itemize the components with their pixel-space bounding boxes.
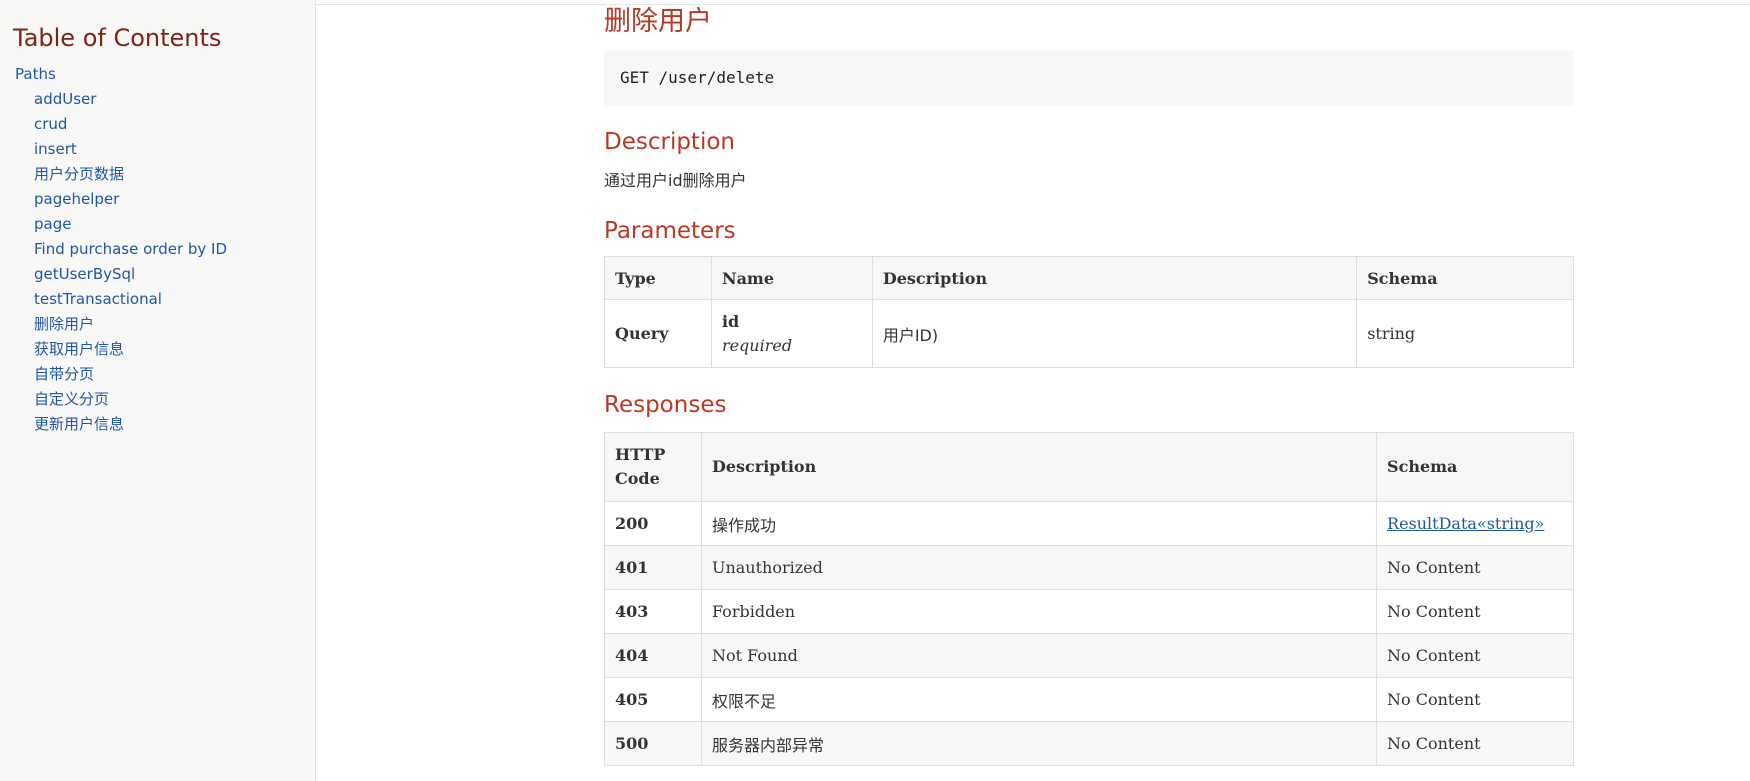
column-header-description: Description — [871, 256, 1358, 300]
response-description: 操作成功 — [700, 501, 1378, 546]
response-code: 405 — [604, 677, 702, 722]
toc-item-user-page-data[interactable]: 用户分页数据 — [15, 162, 227, 187]
table-row: 200 操作成功 ResultData«string» — [604, 501, 1574, 546]
page: Table of Contents Paths addUser crud ins… — [0, 0, 1750, 781]
toc-item-testtransactional[interactable]: testTransactional — [15, 287, 227, 312]
toc-item-adduser[interactable]: addUser — [15, 87, 227, 112]
responses-heading: Responses — [604, 392, 727, 418]
param-name-cell: id required — [710, 299, 873, 368]
parameters-table: Type Name Description Schema Query id re… — [604, 256, 1574, 368]
toc-item-update-user-info[interactable]: 更新用户信息 — [15, 412, 227, 437]
response-schema: No Content — [1376, 589, 1574, 634]
toc-item-builtin-paging[interactable]: 自带分页 — [15, 362, 227, 387]
column-header-http-code: HTTP Code — [604, 432, 702, 502]
toc-item-page[interactable]: page — [15, 212, 227, 237]
toc-item-get-user-info[interactable]: 获取用户信息 — [15, 337, 227, 362]
response-code: 401 — [604, 545, 702, 590]
toc-item-pagehelper[interactable]: pagehelper — [15, 187, 227, 212]
toc-item-crud[interactable]: crud — [15, 112, 227, 137]
response-code: 500 — [604, 721, 702, 766]
response-description: Forbidden — [700, 589, 1378, 634]
column-header-name: Name — [710, 256, 873, 300]
operation-title: 删除用户 — [604, 6, 712, 37]
response-schema-cell: ResultData«string» — [1376, 501, 1574, 546]
response-description: 权限不足 — [700, 677, 1378, 722]
response-schema: No Content — [1376, 545, 1574, 590]
column-header-description: Description — [700, 432, 1378, 502]
endpoint-code-block: GET /user/delete — [604, 50, 1574, 106]
toc-item-find-purchase-order[interactable]: Find purchase order by ID — [15, 237, 227, 262]
response-description: 服务器内部异常 — [700, 721, 1378, 766]
response-code: 404 — [604, 633, 702, 678]
param-name: id — [721, 311, 740, 331]
toc-item-custom-paging[interactable]: 自定义分页 — [15, 387, 227, 412]
table-row: 403 Forbidden No Content — [604, 589, 1574, 634]
table-row: 401 Unauthorized No Content — [604, 545, 1574, 590]
response-schema: No Content — [1376, 677, 1574, 722]
column-header-schema: Schema — [1376, 432, 1574, 502]
description-heading: Description — [604, 129, 735, 155]
table-row: Query id required 用户ID) string — [604, 299, 1574, 368]
parameters-heading: Parameters — [604, 218, 736, 244]
response-schema: No Content — [1376, 721, 1574, 766]
param-schema: string — [1356, 299, 1574, 368]
table-row: 405 权限不足 No Content — [604, 677, 1574, 722]
toc-sidebar: Table of Contents Paths addUser crud ins… — [0, 0, 316, 781]
param-type: Query — [604, 299, 712, 368]
response-schema: No Content — [1376, 633, 1574, 678]
param-description: 用户ID) — [871, 299, 1358, 368]
param-required-label: required — [721, 335, 793, 355]
table-row: 404 Not Found No Content — [604, 633, 1574, 678]
responses-table: HTTP Code Description Schema 200 操作成功 Re… — [604, 432, 1574, 766]
column-header-type: Type — [604, 256, 712, 300]
description-text: 通过用户id删除用户 — [604, 171, 747, 190]
response-schema-link[interactable]: ResultData«string» — [1387, 514, 1544, 533]
toc-list: Paths addUser crud insert 用户分页数据 pagehel… — [15, 62, 227, 437]
toc-item-getuserbysql[interactable]: getUserBySql — [15, 262, 227, 287]
response-description: Unauthorized — [700, 545, 1378, 590]
toc-title: Table of Contents — [13, 24, 222, 52]
responses-header-row: HTTP Code Description Schema — [604, 432, 1574, 502]
table-row: 500 服务器内部异常 No Content — [604, 721, 1574, 766]
response-code: 200 — [604, 501, 702, 546]
response-code: 403 — [604, 589, 702, 634]
column-header-schema: Schema — [1356, 256, 1574, 300]
toc-item-paths[interactable]: Paths — [15, 62, 227, 87]
response-description: Not Found — [700, 633, 1378, 678]
toc-item-delete-user[interactable]: 删除用户 — [15, 312, 227, 337]
toc-item-insert[interactable]: insert — [15, 137, 227, 162]
parameters-header-row: Type Name Description Schema — [604, 256, 1574, 300]
